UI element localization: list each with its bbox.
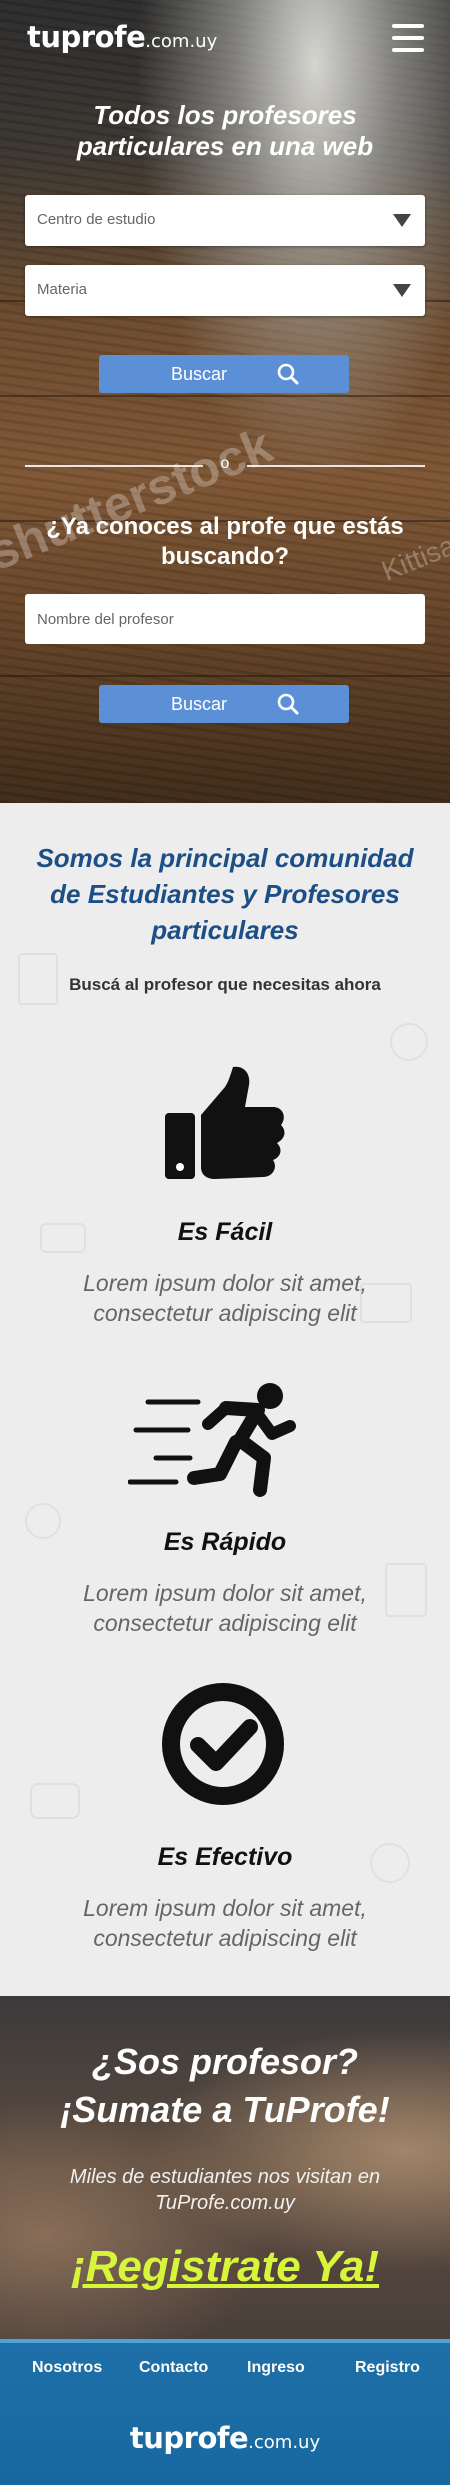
divider-left [25,465,203,467]
centro-estudio-value: Centro de estudio [37,211,156,228]
feature-text-efectivo: Lorem ipsum dolor sit amet, consectetur … [83,1895,367,1951]
search-button[interactable]: Buscar [99,355,349,393]
search-icon [277,363,299,385]
feature-title-facil: Es Fácil [177,1218,273,1246]
professor-signup-section: ¿Sos profesor? ¡Sumate a TuProfe! Miles … [0,1996,450,2339]
cta-title-line1: ¿Sos profesor? [91,2041,359,2082]
cta-text: Miles de estudiantes nos visitan en TuPr… [69,2166,381,2214]
cta-title: ¿Sos profesor? ¡Sumate a TuProfe! [0,2038,450,2134]
or-label: o [220,455,230,472]
feature-text-rapido: Lorem ipsum dolor sit amet, consectetur … [83,1580,367,1636]
community-title: Somos la principal comunidad de Estudian… [36,843,414,945]
professor-name-input[interactable] [25,594,425,644]
chevron-down-icon [393,284,411,297]
feature-title-efectivo: Es Efectivo [157,1843,293,1871]
register-link[interactable]: ¡Registrate Ya! [0,2242,450,2292]
logo-domain: .com.uy [145,31,218,52]
logo-main: tuprofe [27,20,146,54]
hero-section: shutterstock Kittisak tuprofe.com.uy Tod… [0,0,450,803]
footer: Nosotros Contacto Ingreso Registro tupro… [0,2339,450,2485]
chevron-down-icon [393,214,411,227]
footer-top-line [0,2339,450,2343]
footer-nav-ingreso[interactable]: Ingreso [247,2359,305,2377]
check-circle-icon [162,1683,284,1805]
footer-logo-main: tuprofe [129,2421,249,2455]
site-logo[interactable]: tuprofe.com.uy [27,20,217,54]
thumbs-up-icon [165,1066,285,1179]
divider-right [247,465,425,467]
centro-estudio-select[interactable]: Centro de estudio [25,195,425,246]
search-button-label-2: Buscar [170,694,228,714]
footer-logo-domain: .com.uy [248,2432,321,2453]
footer-logo[interactable]: tuprofe.com.uy [0,2421,450,2455]
community-subtitle: Buscá al profesor que necesitas ahora [69,975,381,994]
find-professor-question: ¿Ya conoces al profe que estás buscando? [46,513,404,570]
search-by-name-button[interactable]: Buscar [99,685,349,723]
footer-nav-registro[interactable]: Registro [355,2359,420,2377]
cta-title-line2: ¡Sumate a TuProfe! [60,2089,390,2130]
footer-nav-nosotros[interactable]: Nosotros [32,2359,102,2377]
hero-title: Todos los profesores particulares en una… [76,100,374,161]
running-man-icon [128,1383,296,1497]
search-button-label: Buscar [170,364,228,384]
footer-nav-contacto[interactable]: Contacto [139,2359,208,2377]
feature-title-rapido: Es Rápido [163,1528,287,1556]
materia-value: Materia [37,281,88,298]
materia-select[interactable]: Materia [25,265,425,316]
community-section: Somos la principal comunidad de Estudian… [0,803,450,1996]
hamburger-menu-icon[interactable] [392,24,424,52]
search-icon [277,693,299,715]
feature-text-facil: Lorem ipsum dolor sit amet, consectetur … [83,1270,367,1326]
